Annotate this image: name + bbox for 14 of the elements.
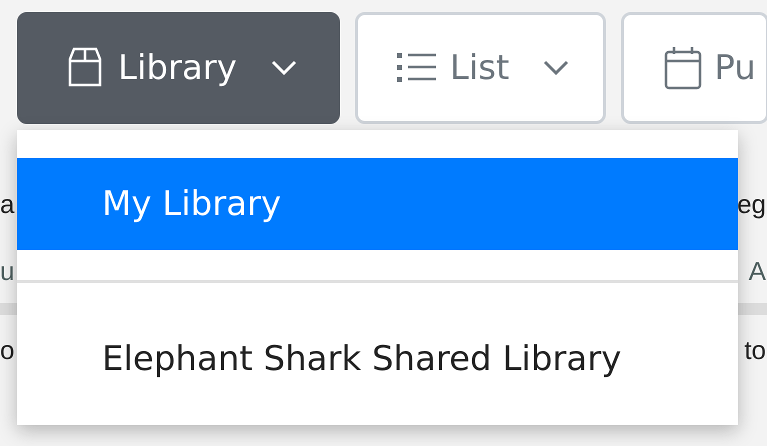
calendar-icon: [664, 46, 702, 90]
chevron-down-icon: [270, 60, 297, 76]
menu-item[interactable]: Elephant Shark Shared Library: [17, 313, 738, 405]
toolbar-button[interactable]: Library: [17, 12, 340, 124]
chevron-down-icon: [543, 60, 570, 76]
toolbar-button[interactable]: List: [354, 12, 606, 124]
entry-text: eg: [737, 188, 767, 220]
entry-text: a: [0, 188, 14, 220]
menu-item[interactable]: My Library: [17, 158, 738, 250]
entry-text: A: [748, 256, 767, 286]
entry-text: o: [0, 334, 14, 366]
entry-text: to: [744, 334, 767, 366]
entry-text: u: [0, 256, 14, 286]
toolbar-button[interactable]: Pu: [621, 12, 767, 124]
